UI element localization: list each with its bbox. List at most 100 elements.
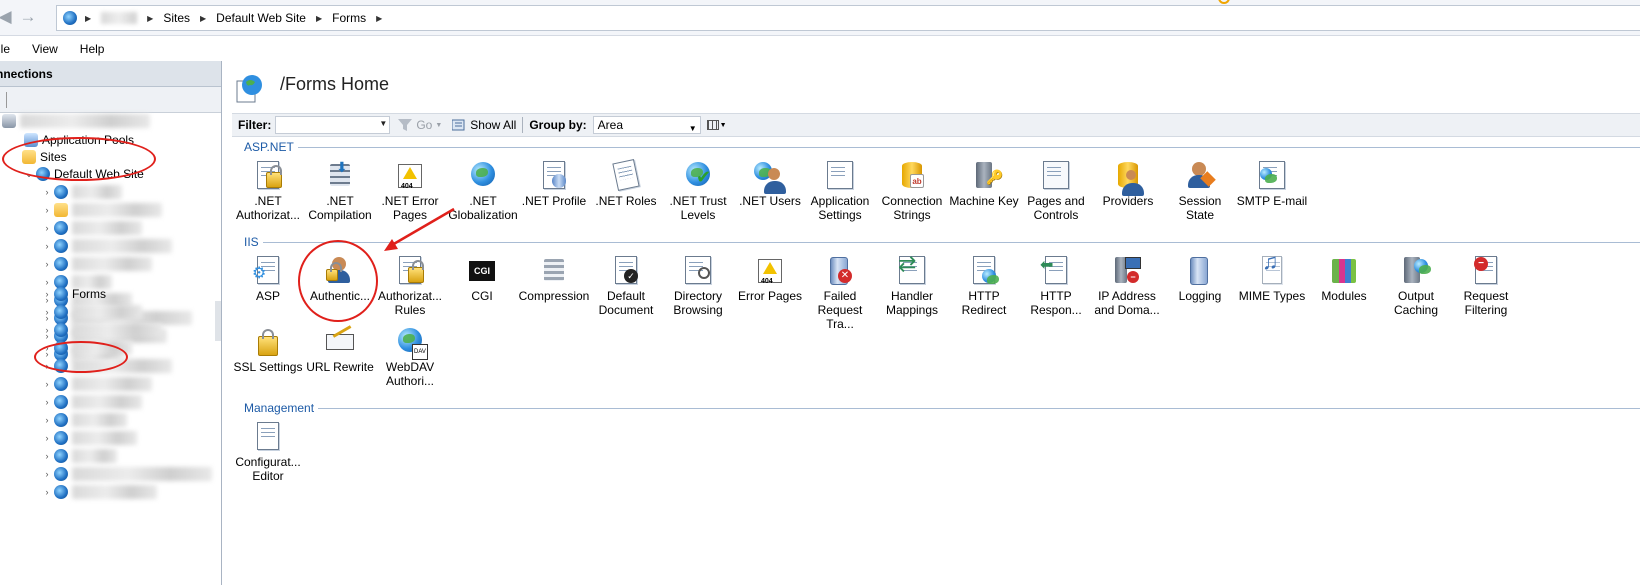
tree-child-redacted[interactable]: › xyxy=(42,465,212,483)
tree-forms[interactable]: › Forms xyxy=(42,285,106,303)
feature-failed-request-tracing[interactable]: ✕ Failed Request Tra... xyxy=(804,255,876,331)
group-management[interactable]: Management xyxy=(244,400,1640,416)
tree-child-redacted[interactable]: › xyxy=(42,321,162,339)
chevron-right-icon[interactable]: › xyxy=(42,223,52,233)
feature-webdav-authoring[interactable]: DAV WebDAV Authori... xyxy=(374,326,446,388)
tree-child-redacted[interactable]: › xyxy=(42,201,162,219)
feature-net-profile[interactable]: .NET Profile xyxy=(518,160,590,208)
connections-scrollbar[interactable] xyxy=(215,301,221,341)
chevron-right-icon[interactable]: › xyxy=(42,259,52,269)
feature-mime-types[interactable]: MIME Types xyxy=(1236,255,1308,303)
show-all-button[interactable]: Show All xyxy=(452,118,516,132)
feature-ip-address-domain[interactable]: − IP Address and Doma... xyxy=(1090,255,1164,317)
feature-handler-mappings[interactable]: Handler Mappings xyxy=(876,255,948,317)
tree-default-web-site[interactable]: ⌄ Default Web Site xyxy=(24,165,144,183)
chevron-right-icon[interactable]: › xyxy=(42,415,52,425)
tree-child-redacted[interactable]: › xyxy=(42,357,172,375)
connections-header: Connections xyxy=(0,61,221,87)
tree-child-redacted[interactable]: › xyxy=(42,429,137,447)
group-aspnet[interactable]: ASP.NET xyxy=(244,139,1640,155)
filter-input[interactable]: ▼ xyxy=(275,116,391,134)
feature-http-redirect[interactable]: HTTP Redirect xyxy=(948,255,1020,317)
feature-providers[interactable]: Providers xyxy=(1092,160,1164,208)
feature-machine-key[interactable]: 🔑 Machine Key xyxy=(948,160,1020,208)
tree-child-redacted[interactable]: › xyxy=(42,375,152,393)
feature-net-roles[interactable]: .NET Roles xyxy=(590,159,662,208)
menu-file[interactable]: File xyxy=(0,42,18,56)
feature-logging[interactable]: Logging xyxy=(1164,255,1236,303)
breadcrumb-forms[interactable]: Forms xyxy=(332,11,366,25)
server-name-redacted xyxy=(20,114,150,128)
tree-child-redacted[interactable]: › xyxy=(42,255,152,273)
chevron-right-icon[interactable]: › xyxy=(42,469,52,479)
feature-http-response-headers[interactable]: ⬅ HTTP Respon... xyxy=(1020,255,1092,317)
chevron-right-icon[interactable]: › xyxy=(42,451,52,461)
feature-net-authorization[interactable]: .NET Authorizat... xyxy=(232,160,304,222)
chevron-right-icon[interactable]: › xyxy=(42,487,52,497)
chevron-down-icon[interactable]: ⌄ xyxy=(24,169,34,180)
feature-directory-browsing[interactable]: Directory Browsing xyxy=(662,255,734,317)
feature-request-filtering[interactable]: − Request Filtering xyxy=(1450,255,1522,317)
tree-child-redacted[interactable]: › xyxy=(42,183,122,201)
chevron-right-icon[interactable]: › xyxy=(42,241,52,251)
tree-child-redacted[interactable]: › xyxy=(42,483,157,501)
feature-cgi[interactable]: CGI CGI xyxy=(446,255,518,303)
feature-smtp-email[interactable]: SMTP E-mail xyxy=(1236,160,1308,208)
chevron-right-icon[interactable]: › xyxy=(42,307,52,317)
tree-child-redacted[interactable]: › xyxy=(42,237,172,255)
feature-label: URL Rewrite xyxy=(306,360,374,374)
feature-default-document[interactable]: ✓ Default Document xyxy=(590,255,662,317)
menu-help[interactable]: Help xyxy=(80,42,113,56)
feature-connection-strings[interactable]: ab Connection Strings xyxy=(876,160,948,222)
view-mode-button[interactable]: ▼ xyxy=(706,117,729,133)
address-breadcrumb[interactable]: ▶ ▶ Sites ▶ Default Web Site ▶ Forms ▶ xyxy=(56,5,1640,31)
breadcrumb-sites[interactable]: Sites xyxy=(163,11,190,25)
feature-modules[interactable]: Modules xyxy=(1308,255,1380,303)
chevron-right-icon[interactable]: › xyxy=(42,379,52,389)
feature-net-compilation[interactable]: ⬇ .NET Compilation xyxy=(304,160,376,222)
chevron-right-icon[interactable]: › xyxy=(42,397,52,407)
tree-child-redacted[interactable]: › xyxy=(42,411,127,429)
chevron-right-icon[interactable]: › xyxy=(42,187,52,197)
feature-authentication[interactable]: Authentic... xyxy=(304,255,376,303)
feature-label: Authentic... xyxy=(309,289,371,303)
feature-application-settings[interactable]: Application Settings xyxy=(804,160,876,222)
tree-server-node[interactable] xyxy=(2,112,150,130)
feature-url-rewrite[interactable]: URL Rewrite xyxy=(304,325,376,374)
chevron-right-icon[interactable]: › xyxy=(42,205,52,215)
chevron-right-icon[interactable]: › xyxy=(42,433,52,443)
chevron-right-icon[interactable]: › xyxy=(42,289,52,299)
group-by-select[interactable]: Area ▼ xyxy=(592,116,701,134)
go-button[interactable]: Go ▼ xyxy=(398,118,442,132)
chevron-right-icon[interactable]: › xyxy=(42,343,52,353)
tree-sites[interactable]: Sites xyxy=(10,148,67,166)
tree-child-redacted[interactable]: › xyxy=(42,303,142,321)
breadcrumb-default-web-site[interactable]: Default Web Site xyxy=(216,11,306,25)
pages-and-controls-icon xyxy=(1040,160,1072,192)
feature-net-users[interactable]: .NET Users xyxy=(734,160,806,208)
breadcrumb-server-redacted[interactable] xyxy=(101,12,138,24)
feature-session-state[interactable]: Session State xyxy=(1164,160,1236,222)
forward-button[interactable]: → xyxy=(17,6,39,28)
feature-asp[interactable]: ⚙ ASP xyxy=(232,255,304,303)
show-all-label: Show All xyxy=(470,118,517,132)
tree-child-redacted[interactable]: › xyxy=(42,219,142,237)
back-button[interactable]: ◀ xyxy=(0,6,16,28)
feature-authorization-rules[interactable]: Authorizat... Rules xyxy=(374,255,446,317)
group-title-aspnet: ASP.NET xyxy=(244,140,294,154)
feature-ssl-settings[interactable]: SSL Settings xyxy=(232,326,304,374)
menu-view[interactable]: View xyxy=(32,42,66,56)
tree-child-redacted[interactable]: › xyxy=(42,393,142,411)
chevron-right-icon[interactable]: › xyxy=(42,325,52,335)
tree-child-redacted[interactable]: › xyxy=(42,339,132,357)
feature-compression[interactable]: Compression xyxy=(518,255,590,303)
feature-output-caching[interactable]: Output Caching xyxy=(1380,255,1452,317)
feature-configuration-editor[interactable]: Configurat... Editor xyxy=(232,421,304,483)
chevron-right-icon[interactable]: › xyxy=(42,361,52,371)
tree-application-pools[interactable]: Application Pools xyxy=(24,131,134,149)
tree-child-redacted[interactable]: › xyxy=(42,447,117,465)
feature-pages-and-controls[interactable]: Pages and Controls xyxy=(1020,160,1092,222)
feature-error-pages[interactable]: Error Pages xyxy=(734,255,806,303)
app-icon xyxy=(54,341,68,355)
feature-net-trust-levels[interactable]: .NET Trust Levels xyxy=(662,160,734,222)
